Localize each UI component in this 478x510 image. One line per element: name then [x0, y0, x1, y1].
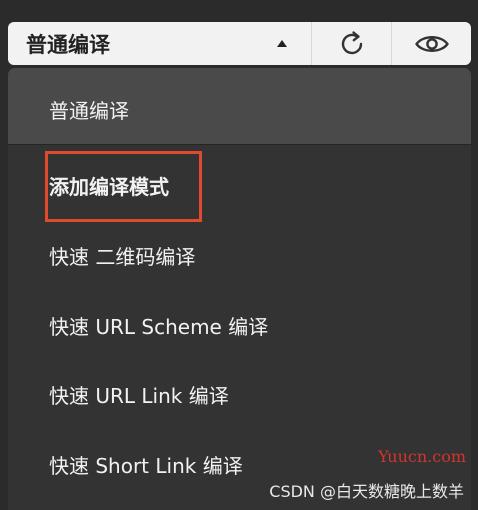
csdn-watermark: CSDN @白天数糖晚上数羊 [269, 482, 464, 501]
compile-mode-label: 普通编译 [26, 32, 110, 57]
caret-up-icon [277, 40, 287, 47]
menu-item-qrcode-compile[interactable]: 快速 二维码编译 [8, 227, 471, 287]
preview-button[interactable] [392, 22, 471, 65]
menu-item-url-link-compile[interactable]: 快速 URL Link 编译 [8, 366, 471, 426]
refresh-button[interactable] [312, 22, 392, 65]
eye-icon [414, 35, 449, 52]
compile-mode-menu: 普通编译 添加编译模式 快速 二维码编译 快速 URL Scheme 编译 快速… [8, 68, 471, 510]
site-watermark: Yuucn.com [378, 447, 466, 466]
refresh-icon [341, 30, 362, 54]
highlight-annotation [45, 151, 202, 222]
menu-item-normal-compile[interactable]: 普通编译 [8, 68, 471, 145]
compile-mode-select[interactable]: 普通编译 [8, 22, 312, 65]
compile-toolbar: 普通编译 [8, 22, 471, 65]
menu-item-url-scheme-compile[interactable]: 快速 URL Scheme 编译 [8, 297, 471, 357]
